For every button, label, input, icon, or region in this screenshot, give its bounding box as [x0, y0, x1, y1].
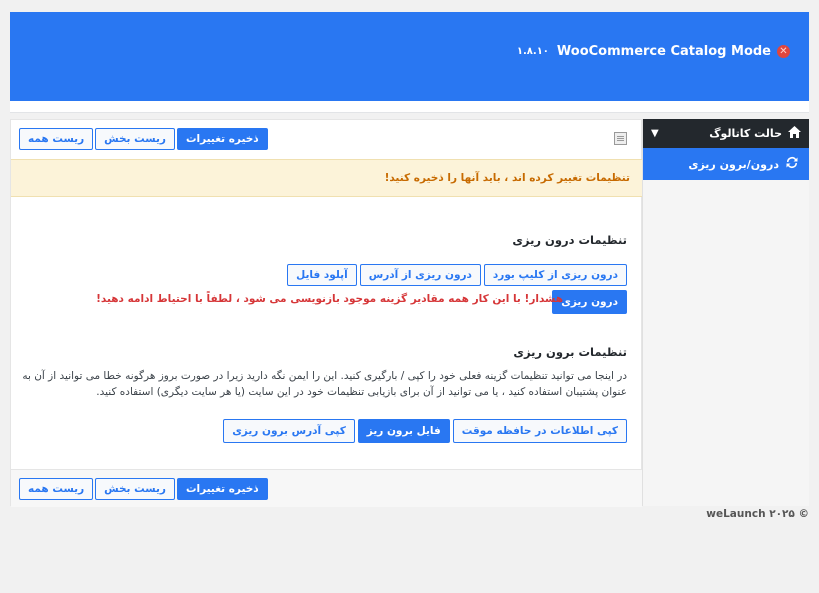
copy-to-clipboard-button[interactable]: کپی اطلاعات در حافظه موقت — [452, 419, 627, 443]
import-button[interactable]: درون ریزی — [552, 290, 627, 314]
sidebar-item-label: درون/برون ریزی — [688, 157, 779, 171]
refresh-icon — [785, 156, 799, 172]
export-heading: تنظیمات برون ریزی — [513, 345, 627, 359]
sidebar-item-label-wrap: درون/برون ریزی — [688, 156, 799, 172]
export-file-button[interactable]: فایل برون ریز — [357, 419, 450, 443]
sidebar-item-label: حالت کاتالوگ — [709, 127, 782, 140]
export-description: در اینجا می توانید تنظیمات گزینه فعلی خو… — [22, 370, 627, 398]
import-from-clipboard-button[interactable]: درون ریزی از کلیپ بورد — [483, 264, 627, 286]
unsaved-notice: تنظیمات تغییر کرده اند ، باید آنها را ذخ… — [11, 159, 642, 197]
sidebar-item-catalog-mode[interactable]: ▼ حالت کاتالوگ — [643, 119, 809, 148]
sidebar: ▼ حالت کاتالوگ درون/برون ریزی — [642, 119, 809, 506]
reset-section-button[interactable]: ریست بخش — [95, 128, 175, 150]
plugin-name: WooCommerce Catalog Mode — [556, 44, 771, 59]
panel-header: ۱.۸.۱۰ WooCommerce Catalog Mode ✕ — [10, 12, 809, 101]
home-icon — [788, 126, 801, 141]
top-toolbar: ریست همه ریست بخش ذخیره تغییرات — [19, 128, 268, 150]
reset-section-button-bottom[interactable]: ریست بخش — [95, 478, 175, 500]
bottom-toolbar-bar: ریست همه ریست بخش ذخیره تغییرات — [11, 469, 642, 507]
reset-all-button[interactable]: ریست همه — [19, 128, 94, 150]
save-button[interactable]: ذخیره تغییرات — [176, 128, 268, 150]
sidebar-item-label-wrap: حالت کاتالوگ — [709, 126, 801, 141]
version-label: ۱.۸.۱۰ — [516, 46, 549, 57]
chevron-down-icon[interactable]: ▼ — [651, 128, 659, 139]
sidebar-item-import-export[interactable]: درون/برون ریزی — [643, 148, 809, 180]
main-content: ریست همه ریست بخش ذخیره تغییرات تنظیمات … — [10, 119, 642, 507]
header-divider — [10, 101, 809, 113]
bottom-toolbar: ریست همه ریست بخش ذخیره تغییرات — [19, 478, 268, 500]
import-warning: هشدار! با این کار همه مقادیر گزینه موجود… — [96, 293, 563, 305]
upload-file-button[interactable]: آپلود فایل — [287, 264, 357, 286]
close-icon[interactable]: ✕ — [777, 45, 790, 58]
notice-text: تنظیمات تغییر کرده اند ، باید آنها را ذخ… — [384, 172, 630, 184]
import-heading: تنظیمات درون ریزی — [512, 233, 627, 247]
footer-credit: weLaunch ۲۰۲۵ © — [706, 508, 809, 520]
copy-export-url-button[interactable]: کپی آدرس برون ریزی — [223, 419, 355, 443]
expand-options-icon[interactable] — [614, 132, 627, 145]
reset-all-button-bottom[interactable]: ریست همه — [19, 478, 94, 500]
import-action-row: درون ریزی — [552, 290, 627, 314]
import-buttons: درون ریزی از کلیپ بورد درون ریزی از آدرس… — [287, 264, 627, 286]
save-button-bottom[interactable]: ذخیره تغییرات — [176, 478, 268, 500]
export-buttons: کپی اطلاعات در حافظه موقت فایل برون ریز … — [223, 419, 627, 443]
import-from-url-button[interactable]: درون ریزی از آدرس — [359, 264, 481, 286]
panel-title: ۱.۸.۱۰ WooCommerce Catalog Mode ✕ — [517, 44, 790, 59]
